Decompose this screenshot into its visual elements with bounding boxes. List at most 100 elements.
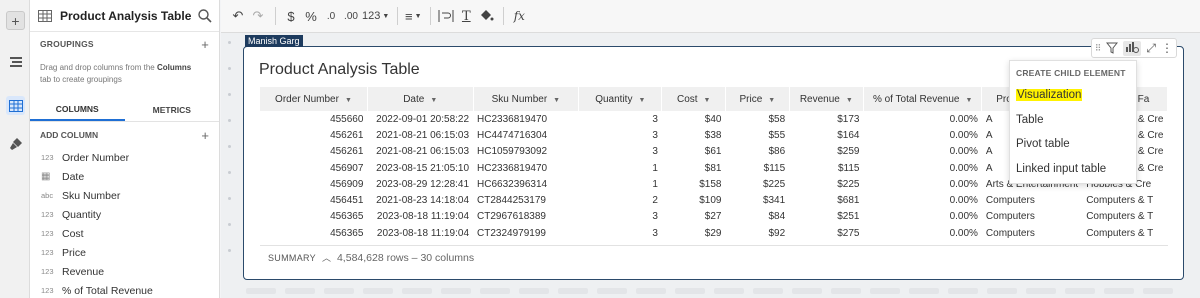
table-cell[interactable]: 2 xyxy=(579,192,662,208)
table-cell[interactable]: $27 xyxy=(662,209,726,225)
table-cell[interactable]: $40 xyxy=(662,111,726,127)
column-header[interactable]: Cost ▼ xyxy=(661,87,726,111)
table-cell[interactable]: 3 xyxy=(579,111,662,127)
table-cell[interactable]: $92 xyxy=(725,225,789,241)
menu-item-pivot-table[interactable]: Pivot table xyxy=(1010,132,1136,157)
column-header[interactable]: Revenue ▼ xyxy=(789,87,864,111)
table-cell[interactable]: 2021-08-23 14:18:04 xyxy=(367,192,473,208)
table-cell[interactable]: 3 xyxy=(579,209,662,225)
table-cell[interactable]: $275 xyxy=(789,225,863,241)
table-cell[interactable]: 0.00% xyxy=(863,111,981,127)
filter-icon[interactable] xyxy=(1106,42,1119,54)
chevron-down-icon[interactable]: ▼ xyxy=(965,97,972,104)
table-cell[interactable]: 2021-08-21 06:15:03 xyxy=(367,127,473,143)
column-item[interactable]: 123 Cost xyxy=(30,224,219,243)
table-cell[interactable]: $251 xyxy=(789,209,863,225)
table-cell[interactable]: $58 xyxy=(725,111,789,127)
table-cell[interactable]: $164 xyxy=(789,127,863,143)
table-cell[interactable]: 3 xyxy=(579,144,662,160)
increase-decimal-button[interactable]: .00 xyxy=(342,5,360,27)
column-item[interactable]: ▦ Date xyxy=(30,167,219,186)
table-cell[interactable]: 3 xyxy=(579,225,662,241)
table-cell[interactable]: Computers xyxy=(982,192,1082,208)
table-cell[interactable]: Computers xyxy=(982,225,1082,241)
table-cell[interactable]: 0.00% xyxy=(863,160,981,176)
chevron-down-icon[interactable]: ▼ xyxy=(553,97,560,104)
paint-brush-icon[interactable] xyxy=(6,134,25,153)
table-cell[interactable]: 0.00% xyxy=(863,144,981,160)
add-column-icon[interactable]: + xyxy=(201,128,209,143)
table-cell[interactable]: $29 xyxy=(662,225,726,241)
table-cell[interactable]: $84 xyxy=(725,209,789,225)
table-cell[interactable]: $86 xyxy=(725,144,789,160)
column-item[interactable]: 123 Quantity xyxy=(30,205,219,224)
chevron-down-icon[interactable]: ▼ xyxy=(430,97,437,104)
create-child-element-icon[interactable] xyxy=(1123,40,1142,56)
column-item[interactable]: 123 Order Number xyxy=(30,148,219,167)
table-cell[interactable]: Computers & T xyxy=(1082,192,1167,208)
table-cell[interactable]: HC2336819470 xyxy=(473,160,579,176)
table-cell[interactable]: $341 xyxy=(725,192,789,208)
column-header[interactable]: Order Number ▼ xyxy=(260,87,368,111)
table-cell[interactable]: $225 xyxy=(789,176,863,192)
tab-columns[interactable]: COLUMNS xyxy=(30,98,125,121)
table-cell[interactable]: 2023-08-15 21:05:10 xyxy=(367,160,473,176)
text-wrap-icon[interactable] xyxy=(437,5,455,27)
drag-handle-icon[interactable]: ⠿ xyxy=(1095,43,1102,54)
table-cell[interactable]: 455660 xyxy=(260,111,367,127)
text-color-icon[interactable]: T xyxy=(457,5,475,27)
table-cell[interactable]: CT2324979199 xyxy=(473,225,579,241)
column-header[interactable]: Date ▼ xyxy=(367,87,474,111)
table-cell[interactable]: $115 xyxy=(789,160,863,176)
table-cell[interactable]: $173 xyxy=(789,111,863,127)
table-cell[interactable]: 1 xyxy=(579,176,662,192)
column-header[interactable]: Sku Number ▼ xyxy=(473,87,580,111)
table-cell[interactable]: 456365 xyxy=(260,225,367,241)
table-cell[interactable]: 2023-08-18 11:19:04 xyxy=(367,209,473,225)
table-cell[interactable]: 0.00% xyxy=(863,209,981,225)
undo-icon[interactable]: ↶ xyxy=(229,5,247,27)
table-cell[interactable]: $81 xyxy=(662,160,726,176)
table-cell[interactable]: 456907 xyxy=(260,160,367,176)
table-cell[interactable]: 2023-08-29 12:28:41 xyxy=(367,176,473,192)
table-cell[interactable]: $115 xyxy=(725,160,789,176)
search-icon[interactable] xyxy=(197,8,213,24)
table-cell[interactable]: HC1059793092 xyxy=(473,144,579,160)
table-cell[interactable]: HC4474716304 xyxy=(473,127,579,143)
layers-icon[interactable] xyxy=(6,52,25,71)
percent-button[interactable]: % xyxy=(302,5,320,27)
decrease-decimal-button[interactable]: .0 xyxy=(322,5,340,27)
table-cell[interactable]: 1 xyxy=(579,160,662,176)
table-cell[interactable]: HC6632396314 xyxy=(473,176,579,192)
menu-item-table[interactable]: Table xyxy=(1010,108,1136,133)
table-cell[interactable]: Computers & T xyxy=(1082,225,1167,241)
table-cell[interactable]: 0.00% xyxy=(863,192,981,208)
table-cell[interactable]: $61 xyxy=(662,144,726,160)
summary-bar[interactable]: SUMMARY ︿ 4,584,628 rows – 30 columns xyxy=(260,245,1168,269)
chevron-up-icon[interactable]: ︿ xyxy=(322,251,331,264)
align-dropdown[interactable]: ≡ ▼ xyxy=(404,5,422,27)
chevron-down-icon[interactable]: ▼ xyxy=(345,97,352,104)
column-item[interactable]: abc Sku Number xyxy=(30,186,219,205)
table-cell[interactable]: 0.00% xyxy=(863,176,981,192)
table-cell[interactable]: Computers xyxy=(982,209,1082,225)
column-header[interactable]: % of Total Revenue ▼ xyxy=(863,87,983,111)
chevron-down-icon[interactable]: ▼ xyxy=(846,97,853,104)
table-cell[interactable]: 0.00% xyxy=(863,225,981,241)
tab-metrics[interactable]: METRICS xyxy=(125,98,220,121)
chevron-down-icon[interactable]: ▼ xyxy=(768,97,775,104)
currency-button[interactable]: $ xyxy=(282,5,300,27)
table-cell[interactable]: $681 xyxy=(789,192,863,208)
table-cell[interactable]: $109 xyxy=(662,192,726,208)
add-element-icon[interactable]: + xyxy=(6,11,25,30)
column-item[interactable]: 123 Revenue xyxy=(30,262,219,281)
table-title[interactable]: Product Analysis Table xyxy=(259,61,420,79)
table-cell[interactable]: 456261 xyxy=(260,144,367,160)
table-cell[interactable]: 3 xyxy=(579,127,662,143)
expand-icon[interactable]: ⤢ xyxy=(1146,41,1156,56)
add-grouping-icon[interactable]: + xyxy=(201,37,209,52)
table-cell[interactable]: $225 xyxy=(725,176,789,192)
table-cell[interactable]: $259 xyxy=(789,144,863,160)
chevron-down-icon[interactable]: ▼ xyxy=(704,97,711,104)
formula-icon[interactable]: fx xyxy=(510,5,528,27)
